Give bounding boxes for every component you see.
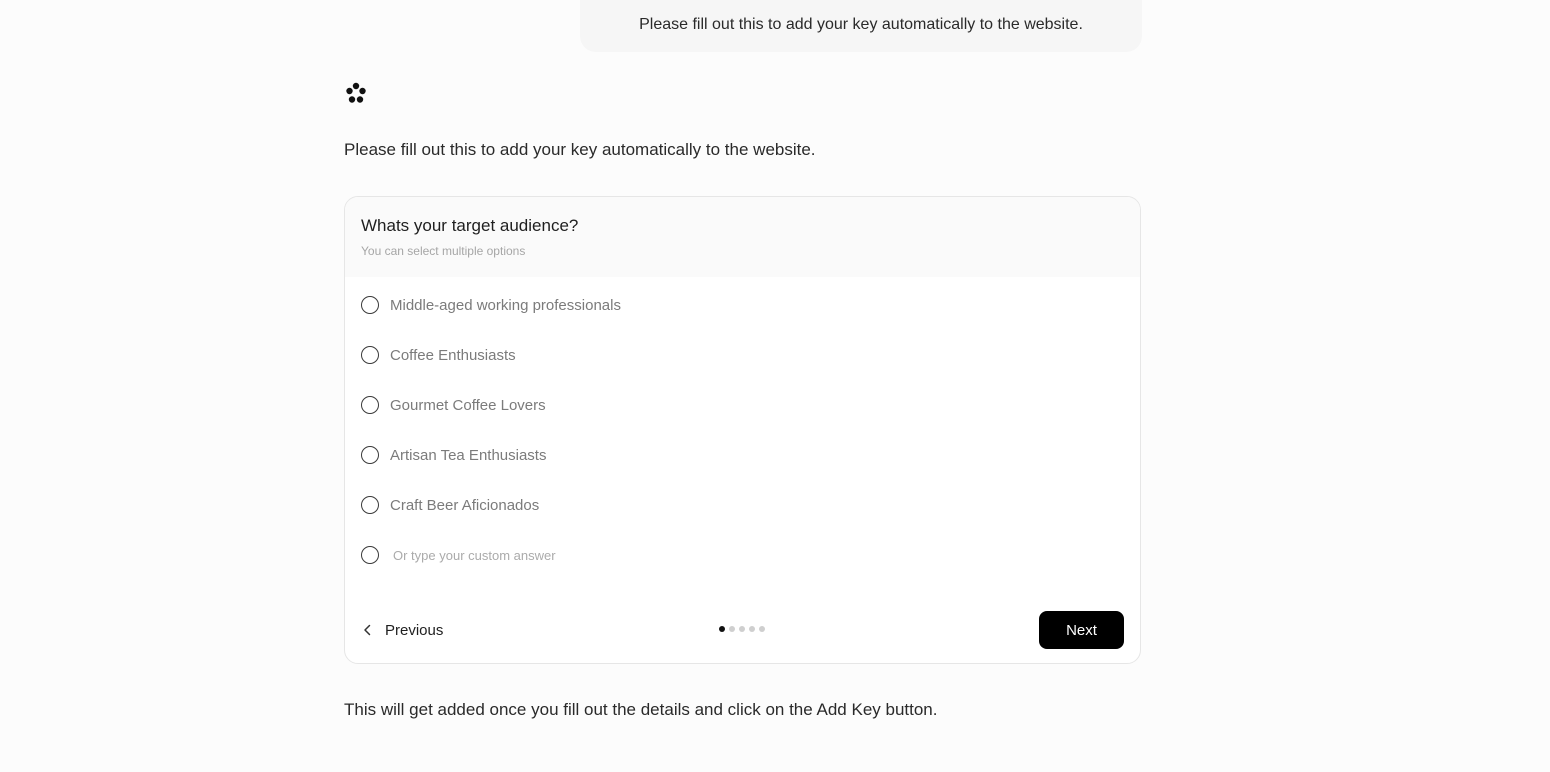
radio-button[interactable] bbox=[361, 346, 379, 364]
step-dot bbox=[759, 626, 765, 632]
audience-form-card: Whats your target audience? You can sele… bbox=[344, 196, 1141, 664]
user-message-bubble: Please fill out this to add your key aut… bbox=[580, 0, 1142, 52]
user-message-text: Please fill out this to add your key aut… bbox=[639, 16, 1083, 33]
assistant-footer-note: This will get added once you fill out th… bbox=[344, 700, 938, 719]
option-label: Middle-aged working professionals bbox=[390, 296, 621, 314]
radio-button[interactable] bbox=[361, 496, 379, 514]
option-label: Craft Beer Aficionados bbox=[390, 496, 540, 514]
step-dot bbox=[749, 626, 755, 632]
form-header: Whats your target audience? You can sele… bbox=[345, 197, 1140, 277]
option-item[interactable]: Craft Beer Aficionados bbox=[361, 480, 693, 530]
chevron-left-icon bbox=[364, 624, 371, 636]
option-item[interactable]: Gourmet Coffee Lovers bbox=[361, 380, 693, 430]
step-dot-active bbox=[719, 626, 725, 632]
next-button[interactable]: Next bbox=[1039, 611, 1124, 649]
option-item[interactable]: Middle-aged working professionals bbox=[361, 280, 693, 330]
form-question: Whats your target audience? bbox=[361, 216, 579, 235]
radio-button[interactable] bbox=[361, 396, 379, 414]
form-footer: Previous Next bbox=[345, 611, 1140, 649]
step-dot bbox=[739, 626, 745, 632]
option-list: Middle-aged working professionals Coffee… bbox=[361, 295, 693, 580]
custom-answer-input[interactable] bbox=[393, 547, 693, 563]
step-dot bbox=[729, 626, 735, 632]
step-indicator bbox=[719, 626, 765, 632]
option-label: Artisan Tea Enthusiasts bbox=[390, 446, 547, 464]
previous-label: Previous bbox=[385, 621, 444, 639]
option-item[interactable]: Coffee Enthusiasts bbox=[361, 330, 693, 380]
radio-button[interactable] bbox=[361, 446, 379, 464]
option-label: Coffee Enthusiasts bbox=[390, 346, 516, 364]
previous-button[interactable]: Previous bbox=[361, 611, 443, 649]
radio-button[interactable] bbox=[361, 296, 379, 314]
option-label: Gourmet Coffee Lovers bbox=[390, 396, 546, 414]
assistant-message: Please fill out this to add your key aut… bbox=[344, 140, 816, 159]
form-hint: You can select multiple options bbox=[361, 244, 526, 258]
flower-logo-icon bbox=[346, 82, 366, 103]
custom-option-item[interactable] bbox=[361, 530, 693, 580]
option-item[interactable]: Artisan Tea Enthusiasts bbox=[361, 430, 693, 480]
radio-button[interactable] bbox=[361, 546, 379, 564]
